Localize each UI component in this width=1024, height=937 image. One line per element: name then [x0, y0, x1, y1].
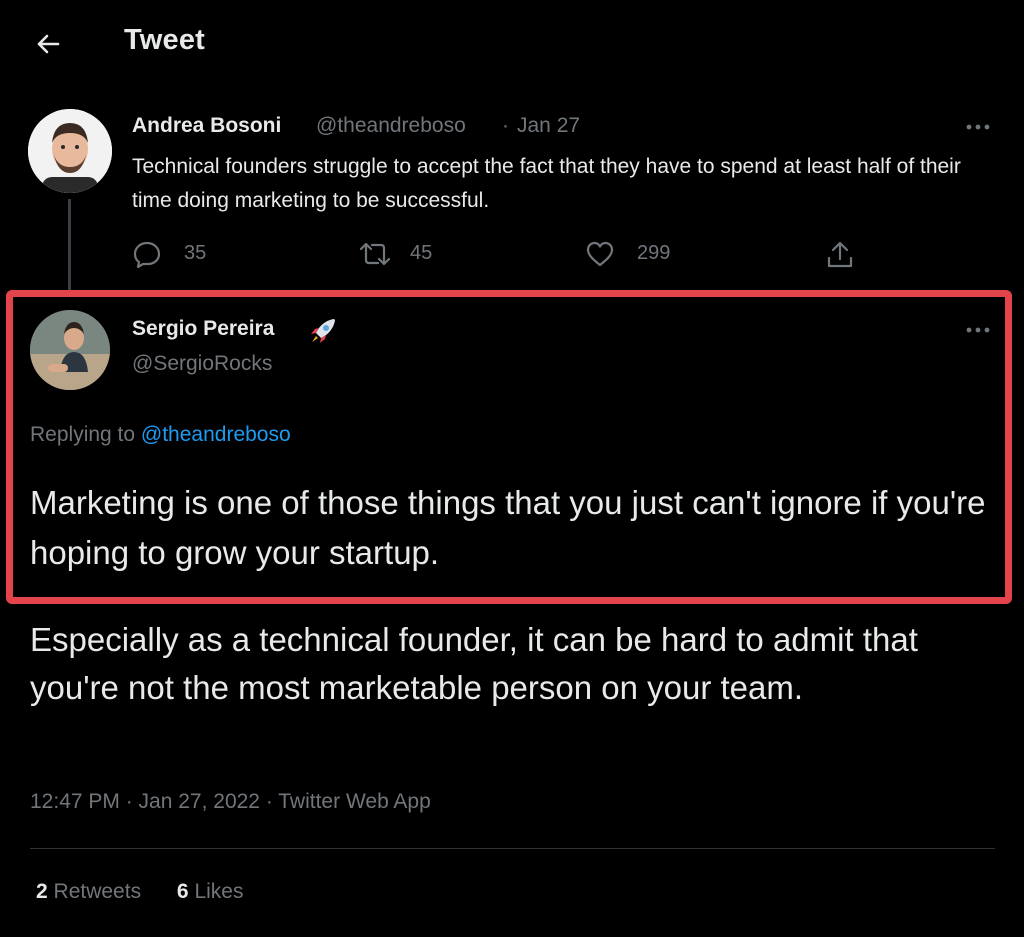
likes-stat-count: 6: [176, 880, 189, 903]
main-more-button[interactable]: [962, 318, 994, 342]
replying-prefix: Replying to: [30, 423, 136, 446]
more-horizontal-icon: [966, 124, 990, 130]
arrow-left-icon: [37, 34, 60, 54]
parent-author-name[interactable]: Andrea Bosoni: [132, 114, 281, 138]
thread-connector-line: [68, 199, 71, 291]
retweets-stat[interactable]: 2 Retweets: [36, 880, 141, 903]
retweet-count: 45: [410, 242, 433, 264]
reply-icon: [133, 241, 161, 268]
share-button[interactable]: [824, 238, 860, 270]
like-button[interactable]: 299: [585, 238, 685, 270]
reply-button[interactable]: 35: [132, 238, 222, 270]
retweets-stat-count: 2: [36, 880, 48, 903]
retweets-stat-label: Retweets: [53, 880, 142, 903]
tweet-stats: 2 Retweets 6 Likes: [36, 880, 273, 904]
main-tweet-text-continued: Especially as a technical founder, it ca…: [30, 621, 918, 706]
replying-to: Replying to @theandreboso: [30, 423, 291, 447]
retweet-icon: [359, 242, 391, 266]
replying-to-link[interactable]: @theandreboso: [141, 423, 291, 446]
parent-separator: ·: [502, 114, 509, 137]
reply-count: 35: [184, 242, 207, 264]
tweet-page: Tweet Andrea Bosoni @theandreboso · Jan …: [0, 0, 1024, 937]
author-handle[interactable]: @SergioRocks: [132, 352, 272, 376]
main-tweet-text-highlighted: Marketing is one of those things that yo…: [30, 484, 986, 571]
tweet-timestamp[interactable]: 12:47 PM · Jan 27, 2022 · Twitter Web Ap…: [30, 790, 431, 814]
heart-icon: [586, 241, 614, 267]
likes-stat[interactable]: 6 Likes: [177, 880, 244, 903]
parent-tweet-text: Technical founders struggle to accept th…: [132, 155, 961, 212]
page-title: Tweet: [124, 24, 206, 56]
likes-stat-label: Likes: [194, 880, 244, 903]
divider: [30, 848, 995, 849]
rocket-emoji-icon: [306, 314, 340, 348]
retweet-button[interactable]: 45: [358, 238, 448, 270]
like-count: 299: [637, 242, 671, 264]
page-header: Tweet: [0, 0, 1024, 90]
author-name[interactable]: Sergio Pereira: [132, 317, 274, 341]
share-icon: [827, 241, 853, 268]
avatar-sergio[interactable]: [30, 310, 110, 390]
more-horizontal-icon: [966, 327, 990, 333]
parent-more-button[interactable]: [962, 115, 994, 139]
parent-author-handle[interactable]: @theandreboso: [316, 114, 466, 138]
avatar-andrea[interactable]: [28, 109, 112, 193]
parent-date[interactable]: Jan 27: [517, 114, 580, 138]
back-button[interactable]: [30, 26, 66, 62]
